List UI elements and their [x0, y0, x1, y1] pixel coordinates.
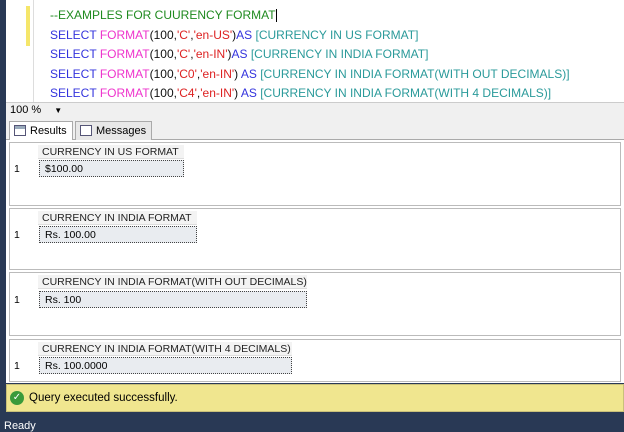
- messages-icon: [80, 125, 92, 136]
- ready-status: Ready: [4, 420, 36, 432]
- code-token: SELECT: [50, 66, 100, 81]
- code-token: FORMAT: [99, 86, 150, 100]
- result-cell[interactable]: $100.00: [39, 160, 184, 177]
- result-tabs: Results Messages: [6, 118, 624, 141]
- code-token: [CURRENCY IN INDIA FORMAT(WITH OUT DECIM…: [260, 66, 570, 81]
- code-token: SELECT: [50, 27, 100, 42]
- code-token: 100: [153, 66, 174, 81]
- query-editor[interactable]: --EXAMPLES FOR CUURENCY FORMAT SELECT FOR…: [6, 0, 624, 102]
- code-token: 'en-IN': [200, 66, 235, 81]
- row-number[interactable]: 1: [10, 292, 38, 309]
- code-token: FORMAT: [99, 47, 150, 61]
- text-caret: [275, 9, 277, 23]
- tab-label: Messages: [96, 125, 147, 137]
- result-grid[interactable]: CURRENCY IN US FORMAT 1 $100.00: [9, 142, 621, 206]
- code-token: [CURRENCY IN US FORMAT]: [255, 27, 419, 42]
- result-cell[interactable]: Rs. 100: [39, 291, 307, 308]
- code-token: 'C': [176, 27, 191, 42]
- code-token: AS: [231, 47, 251, 61]
- result-grid[interactable]: CURRENCY IN INDIA FORMAT(WITH 4 DECIMALS…: [9, 339, 621, 382]
- code-token: 'en-US': [193, 27, 233, 42]
- code-token: ): [234, 66, 241, 81]
- column-header[interactable]: CURRENCY IN INDIA FORMAT: [38, 211, 197, 225]
- chevron-down-icon[interactable]: ▼: [54, 106, 62, 115]
- code-line[interactable]: SELECT FORMAT(100,'C','en-US')AS [CURREN…: [50, 26, 570, 46]
- code-token: FORMAT: [99, 27, 150, 42]
- code-token: AS: [236, 27, 256, 42]
- code-token: AS: [240, 86, 261, 100]
- code-token: 100: [153, 27, 174, 42]
- success-check-icon: ✓: [10, 391, 24, 405]
- status-message: Query executed successfully.: [29, 392, 178, 404]
- code-token: AS: [240, 66, 261, 81]
- zoom-bar: 100 % ▼: [6, 102, 624, 118]
- code-token: 'C0': [176, 66, 197, 81]
- code-line[interactable]: --EXAMPLES FOR CUURENCY FORMAT: [50, 6, 570, 26]
- query-status-bar: ✓ Query executed successfully.: [6, 384, 624, 412]
- column-header[interactable]: CURRENCY IN INDIA FORMAT(WITH OUT DECIMA…: [38, 275, 307, 289]
- tab-label: Results: [30, 125, 67, 137]
- code-token: ): [234, 86, 241, 100]
- code-line[interactable]: SELECT FORMAT(100,'C0','en-IN') AS [CURR…: [50, 65, 570, 85]
- code-line[interactable]: SELECT FORMAT(100,'C4','en-IN') AS [CURR…: [50, 84, 570, 104]
- change-marker: [26, 6, 30, 46]
- code-token: 'C': [176, 47, 191, 61]
- tab-results[interactable]: Results: [9, 121, 73, 141]
- code-token: 100: [153, 86, 174, 100]
- zoom-select[interactable]: 100 %: [10, 104, 41, 116]
- result-cell[interactable]: Rs. 100.00: [39, 226, 197, 243]
- result-grid[interactable]: CURRENCY IN INDIA FORMAT 1 Rs. 100.00: [9, 208, 621, 270]
- result-cell[interactable]: Rs. 100.0000: [39, 357, 292, 374]
- results-pane: CURRENCY IN US FORMAT 1 $100.00 CURRENCY…: [6, 140, 624, 383]
- result-grid[interactable]: CURRENCY IN INDIA FORMAT(WITH OUT DECIMA…: [9, 272, 621, 336]
- column-header[interactable]: CURRENCY IN INDIA FORMAT(WITH 4 DECIMALS…: [38, 342, 292, 356]
- code-token: 'en-IN': [200, 86, 235, 100]
- sql-code[interactable]: --EXAMPLES FOR CUURENCY FORMAT SELECT FOR…: [50, 6, 570, 104]
- tab-messages[interactable]: Messages: [75, 121, 153, 140]
- code-token: 'en-IN': [193, 47, 228, 61]
- row-number[interactable]: 1: [10, 161, 38, 178]
- code-token: --EXAMPLES FOR CUURENCY FORMAT: [50, 8, 276, 22]
- code-token: 100: [153, 47, 174, 61]
- grid-icon: [14, 125, 26, 136]
- row-number[interactable]: 1: [10, 358, 38, 375]
- code-token: 'C4': [176, 86, 197, 100]
- column-header[interactable]: CURRENCY IN US FORMAT: [38, 145, 184, 159]
- code-token: SELECT: [50, 86, 100, 100]
- code-line[interactable]: SELECT FORMAT(100,'C','en-IN')AS [CURREN…: [50, 45, 570, 65]
- code-token: [CURRENCY IN INDIA FORMAT(WITH 4 DECIMAL…: [260, 86, 552, 100]
- editor-gutter: [6, 0, 34, 102]
- code-token: [CURRENCY IN INDIA FORMAT]: [250, 47, 429, 61]
- code-token: SELECT: [50, 47, 100, 61]
- code-token: FORMAT: [99, 66, 150, 81]
- row-number[interactable]: 1: [10, 227, 38, 244]
